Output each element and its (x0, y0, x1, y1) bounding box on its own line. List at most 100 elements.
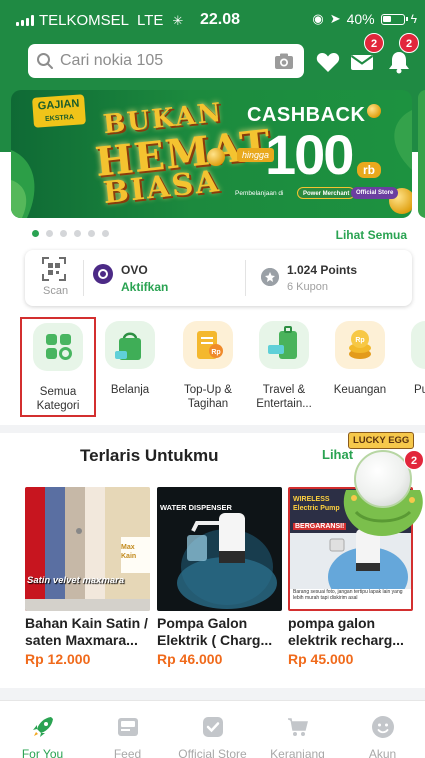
category-finance[interactable]: Rp Keuangan (322, 317, 398, 417)
merchant-badge-official: Official Store (351, 187, 399, 199)
points-title: 1.024 Points (287, 263, 358, 277)
lucky-egg-label: LUCKY EGG (348, 432, 415, 449)
coupon-count: 6 Kupon (287, 281, 328, 293)
svg-text:Rp: Rp (355, 337, 364, 344)
nav-label: Keranjang (270, 747, 325, 758)
status-bar: TELKOMSEL LTE ✳ 22.08 ◉ ➤ 40% ϟ (0, 0, 425, 40)
next-banner-peek[interactable] (418, 90, 425, 218)
category-label: Keuangan (333, 384, 387, 396)
ovo-activate-link[interactable]: Aktifkan (121, 280, 168, 294)
lucky-egg-badge: 2 (404, 450, 424, 470)
status-left: TELKOMSEL LTE ✳ (16, 12, 183, 29)
product-card[interactable]: Max Kain Satin velvet maxmara Bahan Kain… (25, 487, 150, 667)
category-topup[interactable]: Rp Top-Up & Tagihan (170, 317, 246, 417)
merchant-badge-power: Power Merchant (297, 187, 356, 199)
network-type: LTE (137, 12, 164, 29)
category-label: Pu (414, 384, 425, 396)
notification-badge: 2 (399, 33, 419, 53)
nav-account[interactable]: Akun (340, 701, 425, 758)
carousel-dot[interactable] (60, 230, 67, 237)
account-icon (372, 716, 394, 738)
status-right: ◉ ➤ 40% ϟ (312, 11, 417, 27)
product-card[interactable]: WATER DISPENSER Pompa Galon Elektrik ( C… (157, 487, 282, 667)
search-icon (37, 53, 53, 69)
carousel-dot[interactable] (88, 230, 95, 237)
product-image: WATER DISPENSER (157, 487, 282, 611)
category-label: Belanja (110, 384, 150, 396)
carousel-indicator (32, 230, 109, 237)
ovo-icon (93, 264, 113, 284)
shopping-bag-icon (105, 321, 155, 369)
camera-icon[interactable] (274, 52, 294, 70)
location-icon: ➤ (329, 11, 341, 26)
category-shopping[interactable]: Belanja (92, 317, 168, 417)
store-badge-icon (203, 717, 223, 737)
product-price: Rp 46.000 (157, 651, 223, 667)
signal-icon (16, 15, 34, 26)
nav-label: Feed (113, 747, 142, 758)
payment-note: Pembelanjaan di (235, 190, 284, 197)
see-all-promos-link[interactable]: Lihat Semua (336, 228, 407, 242)
nav-for-you[interactable]: For You (0, 701, 85, 758)
carousel-dot[interactable] (74, 230, 81, 237)
nav-label: Official Store (178, 747, 247, 758)
promo-banner[interactable]: GAJIAN EKSTRA BUKAN HEMAT BIASA CASHBACK… (11, 90, 412, 218)
status-time: 22.08 (200, 11, 241, 28)
product-image-caption: WATER DISPENSER (160, 503, 232, 512)
carrier-name: TELKOMSEL (39, 12, 130, 29)
coin-decoration (207, 148, 225, 166)
section-title: Terlaris Untukmu (80, 446, 219, 465)
product-price: Rp 45.000 (288, 651, 354, 667)
product-image-tag: BERGARANSI! (293, 523, 347, 530)
nav-label: Akun (368, 747, 397, 758)
rotation-lock-icon: ◉ (312, 11, 324, 26)
lucky-egg-widget[interactable]: LUCKY EGG 2 (342, 428, 425, 538)
nav-label: For You (21, 747, 64, 758)
grid-icon (33, 323, 83, 371)
category-icon (411, 321, 425, 369)
battery-percent: 40% (346, 11, 375, 27)
carousel-dot[interactable] (102, 230, 109, 237)
points-wallet[interactable]: 1.024 Points 6 Kupon (246, 250, 412, 306)
nav-official-store[interactable]: Official Store (170, 701, 255, 758)
nav-cart[interactable]: Keranjang (255, 701, 340, 758)
scan-button[interactable]: Scan (25, 250, 83, 306)
product-image-note: Barang sesuai foto, jangan tertipu lapak… (293, 589, 403, 601)
rocket-icon (33, 717, 53, 737)
mail-icon[interactable] (349, 50, 375, 74)
product-name: pompa galon elektrik recharg... (288, 615, 404, 648)
ovo-wallet[interactable]: OVO Aktifkan (84, 250, 244, 306)
product-name: Pompa Galon Elektrik ( Charg... (157, 615, 273, 648)
luggage-icon (259, 321, 309, 369)
bell-icon[interactable] (386, 50, 412, 74)
heart-icon[interactable] (315, 50, 341, 74)
loading-icon: ✳ (172, 12, 184, 28)
category-label: Top-Up & Tagihan (184, 384, 232, 410)
product-image-caption: Satin velvet maxmara (27, 575, 125, 586)
ovo-title: OVO (121, 263, 148, 277)
cart-icon (288, 718, 308, 736)
category-partial[interactable]: Pu (398, 317, 425, 417)
carousel-dot[interactable] (32, 230, 39, 237)
search-row: 2 2 (0, 33, 425, 80)
bottom-navigation: For You Feed Official Store Keranjang Ak… (0, 700, 425, 758)
cashback-amount: 100 (265, 123, 354, 186)
carousel-dot[interactable] (46, 230, 53, 237)
category-travel[interactable]: Travel & Entertain... (246, 317, 322, 417)
points-icon (261, 268, 279, 286)
product-name: Bahan Kain Satin / saten Maxmara... (25, 615, 148, 648)
search-input[interactable] (60, 44, 260, 78)
leaf-decoration (11, 150, 35, 218)
nav-feed[interactable]: Feed (85, 701, 170, 758)
coins-icon: Rp (335, 321, 385, 369)
battery-icon (380, 13, 408, 25)
leaf-decoration (394, 110, 412, 170)
category-all[interactable]: Semua Kategori (20, 317, 96, 417)
scan-icon (42, 257, 66, 281)
search-bar[interactable] (28, 44, 304, 78)
wallet-card: Scan OVO Aktifkan 1.024 Points 6 Kupon (25, 250, 412, 306)
gajian-logo: GAJIAN EKSTRA (32, 94, 86, 128)
mail-badge: 2 (364, 33, 384, 53)
scan-label: Scan (43, 285, 69, 297)
topup-icon: Rp (183, 321, 233, 369)
